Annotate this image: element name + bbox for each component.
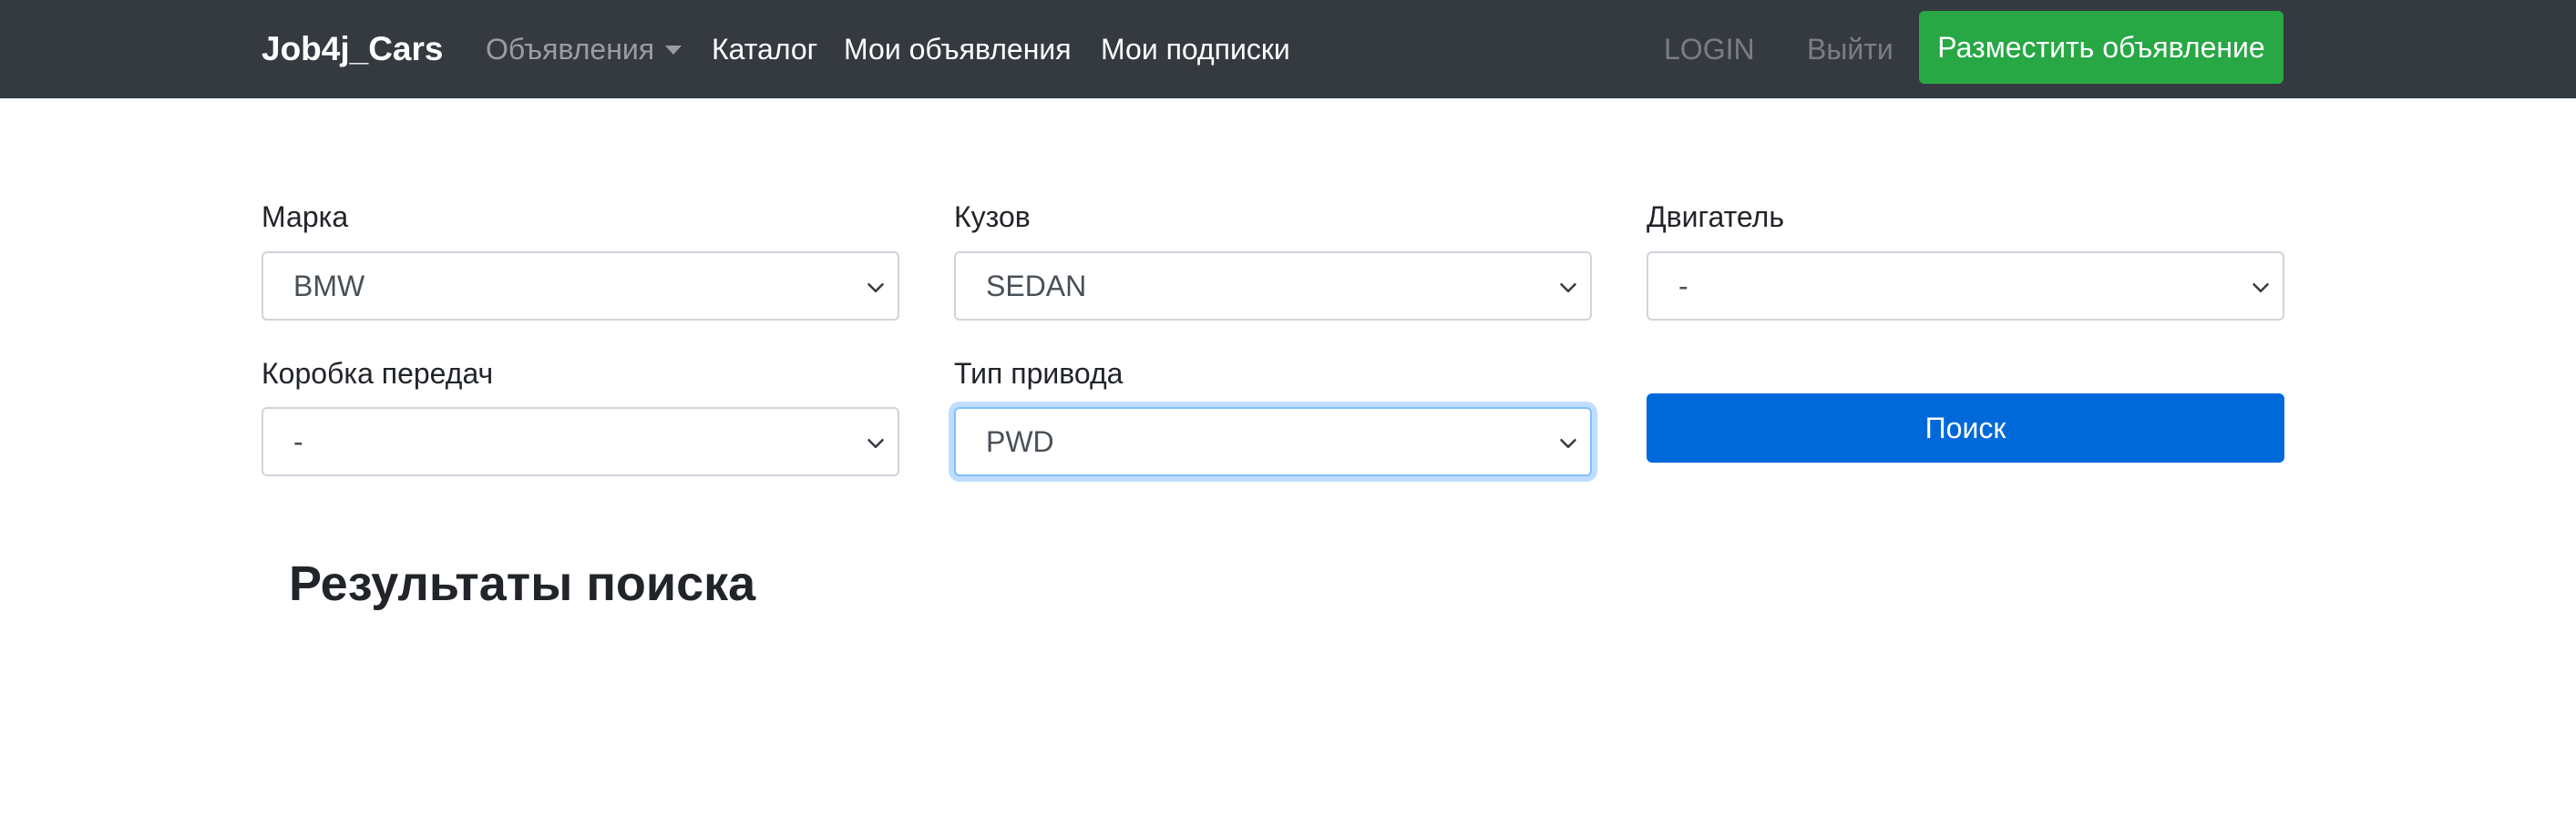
nav-logout[interactable]: Выйти xyxy=(1807,25,1894,73)
transmission-select[interactable]: - xyxy=(262,407,899,476)
chevron-down-icon xyxy=(867,283,884,292)
body-label: Кузов xyxy=(954,200,1031,233)
nav-login[interactable]: LOGIN xyxy=(1664,25,1755,73)
nav-ads-dropdown[interactable]: Объявления xyxy=(486,25,682,73)
search-button[interactable]: Поиск xyxy=(1647,393,2284,463)
caret-down-icon xyxy=(665,45,682,55)
chevron-down-icon xyxy=(1560,439,1576,448)
brand-select[interactable]: BMW xyxy=(262,251,899,321)
post-ad-button[interactable]: Разместить объявление xyxy=(1919,11,2284,84)
drive-select-value: PWD xyxy=(986,425,1054,458)
chevron-down-icon xyxy=(1560,283,1576,292)
drive-label: Тип привода xyxy=(954,357,1124,390)
body-select-value: SEDAN xyxy=(986,270,1087,302)
engine-label: Двигатель xyxy=(1647,200,1784,233)
nav-my-ads[interactable]: Мои объявления xyxy=(844,25,1072,73)
chevron-down-icon xyxy=(867,439,884,448)
transmission-label: Коробка передач xyxy=(262,357,494,390)
brand-logo[interactable]: Job4j_Cars xyxy=(262,25,444,73)
nav-ads-dropdown-label: Объявления xyxy=(486,33,655,66)
transmission-select-value: - xyxy=(293,425,303,458)
drive-select[interactable]: PWD xyxy=(954,407,1592,476)
engine-select-value: - xyxy=(1678,270,1688,302)
brand-label: Марка xyxy=(262,200,349,233)
results-title: Результаты поиска xyxy=(289,556,756,611)
nav-my-subscriptions[interactable]: Мои подписки xyxy=(1101,25,1290,73)
navbar: Job4j_Cars Объявления Каталог Мои объявл… xyxy=(0,0,2576,98)
brand-select-value: BMW xyxy=(293,270,365,302)
engine-select[interactable]: - xyxy=(1647,251,2284,321)
chevron-down-icon xyxy=(2253,283,2269,292)
nav-catalog[interactable]: Каталог xyxy=(712,25,817,73)
body-select[interactable]: SEDAN xyxy=(954,251,1592,321)
